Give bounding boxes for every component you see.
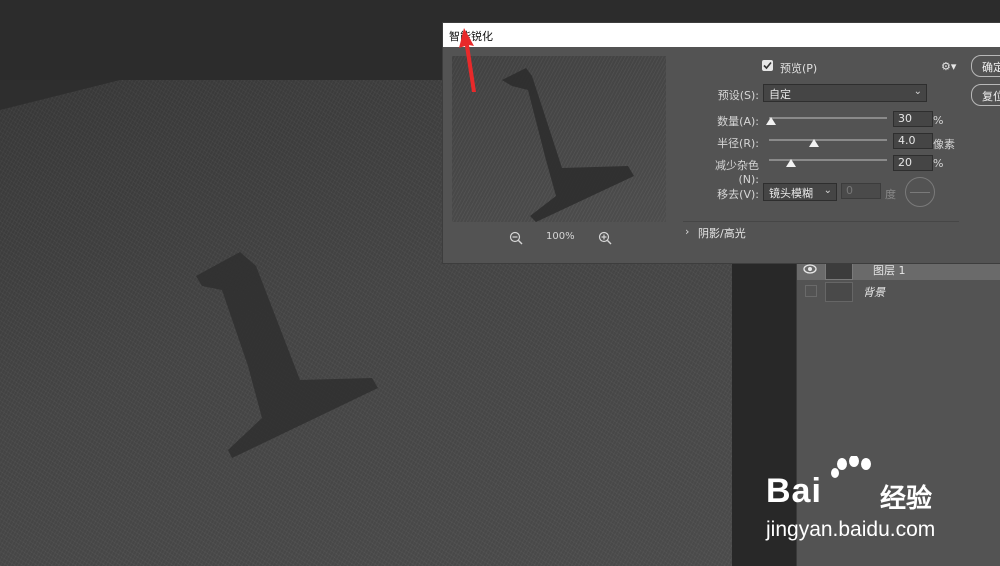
amount-field[interactable]: 30	[893, 111, 933, 127]
remove-select[interactable]: 镜头模糊 ⌄	[763, 183, 837, 201]
amount-slider-track[interactable]	[769, 117, 887, 119]
radius-field[interactable]: 4.0	[893, 133, 933, 149]
radius-label: 半径(R):	[717, 137, 759, 150]
reset-button-label: 复位	[982, 90, 1000, 103]
chevron-down-icon: ⌄	[823, 185, 832, 196]
chevron-right-icon[interactable]: ›	[685, 225, 689, 238]
radius-unit: 像素	[933, 138, 955, 151]
smart-sharpen-dialog: 智能锐化 100% 预览(P) ⚙▾ 预设(S): 自定 ⌄ 数量(A): 30…	[442, 22, 1000, 264]
amount-label: 数量(A):	[717, 115, 759, 128]
ok-button-label: 确定	[982, 61, 1000, 74]
divider	[683, 221, 959, 222]
layer-row-background[interactable]: 背景	[797, 280, 1000, 302]
layer-name: 背景	[863, 286, 885, 299]
watermark-logo-text: Bai	[766, 472, 822, 510]
dialog-titlebar[interactable]: 智能锐化	[443, 23, 1000, 47]
preview-letter-graphic	[502, 68, 634, 222]
amount-slider-thumb[interactable]	[766, 117, 777, 125]
noise-field[interactable]: 20	[893, 155, 933, 171]
preview-label[interactable]: 预览(P)	[780, 60, 817, 76]
angle-field: 0	[841, 183, 881, 199]
shadows-highlights-toggle[interactable]: 阴影/高光	[698, 225, 746, 241]
gear-icon[interactable]: ⚙▾	[941, 60, 956, 73]
radius-slider-track[interactable]	[769, 139, 887, 141]
layer-thumbnail	[825, 282, 853, 302]
preset-select[interactable]: 自定 ⌄	[763, 84, 927, 102]
reset-button[interactable]: 复位	[971, 84, 1000, 106]
zoom-in-icon[interactable]	[598, 231, 612, 245]
baidu-paw-logo	[831, 456, 871, 478]
zoom-out-icon[interactable]	[509, 231, 523, 245]
zoom-level: 100%	[546, 231, 575, 242]
visibility-toggle[interactable]	[805, 285, 817, 297]
preset-label: 预设(S):	[717, 89, 759, 102]
radius-slider-thumb[interactable]	[808, 139, 819, 147]
noise-slider-thumb[interactable]	[786, 159, 797, 167]
ok-button[interactable]: 确定	[971, 55, 1000, 77]
watermark-url: jingyan.baidu.com	[766, 518, 936, 541]
red-arrow-annotation	[459, 28, 476, 92]
amount-unit: %	[933, 114, 944, 127]
chevron-down-icon: ⌄	[913, 86, 922, 97]
layer-name: 图层 1	[873, 264, 906, 277]
remove-value: 镜头模糊	[769, 187, 813, 200]
preview-checkbox[interactable]	[762, 60, 773, 71]
angle-dial	[905, 177, 935, 207]
remove-label: 移去(V):	[717, 188, 759, 201]
noise-unit: %	[933, 157, 944, 170]
angle-unit: 度	[885, 188, 896, 201]
preset-value: 自定	[769, 88, 791, 101]
check-icon	[763, 61, 772, 70]
preview-image[interactable]	[452, 56, 666, 222]
watermark-brand: 经验	[880, 484, 933, 514]
noise-label: 减少杂色(N):	[715, 159, 759, 186]
eye-icon[interactable]	[803, 263, 817, 275]
